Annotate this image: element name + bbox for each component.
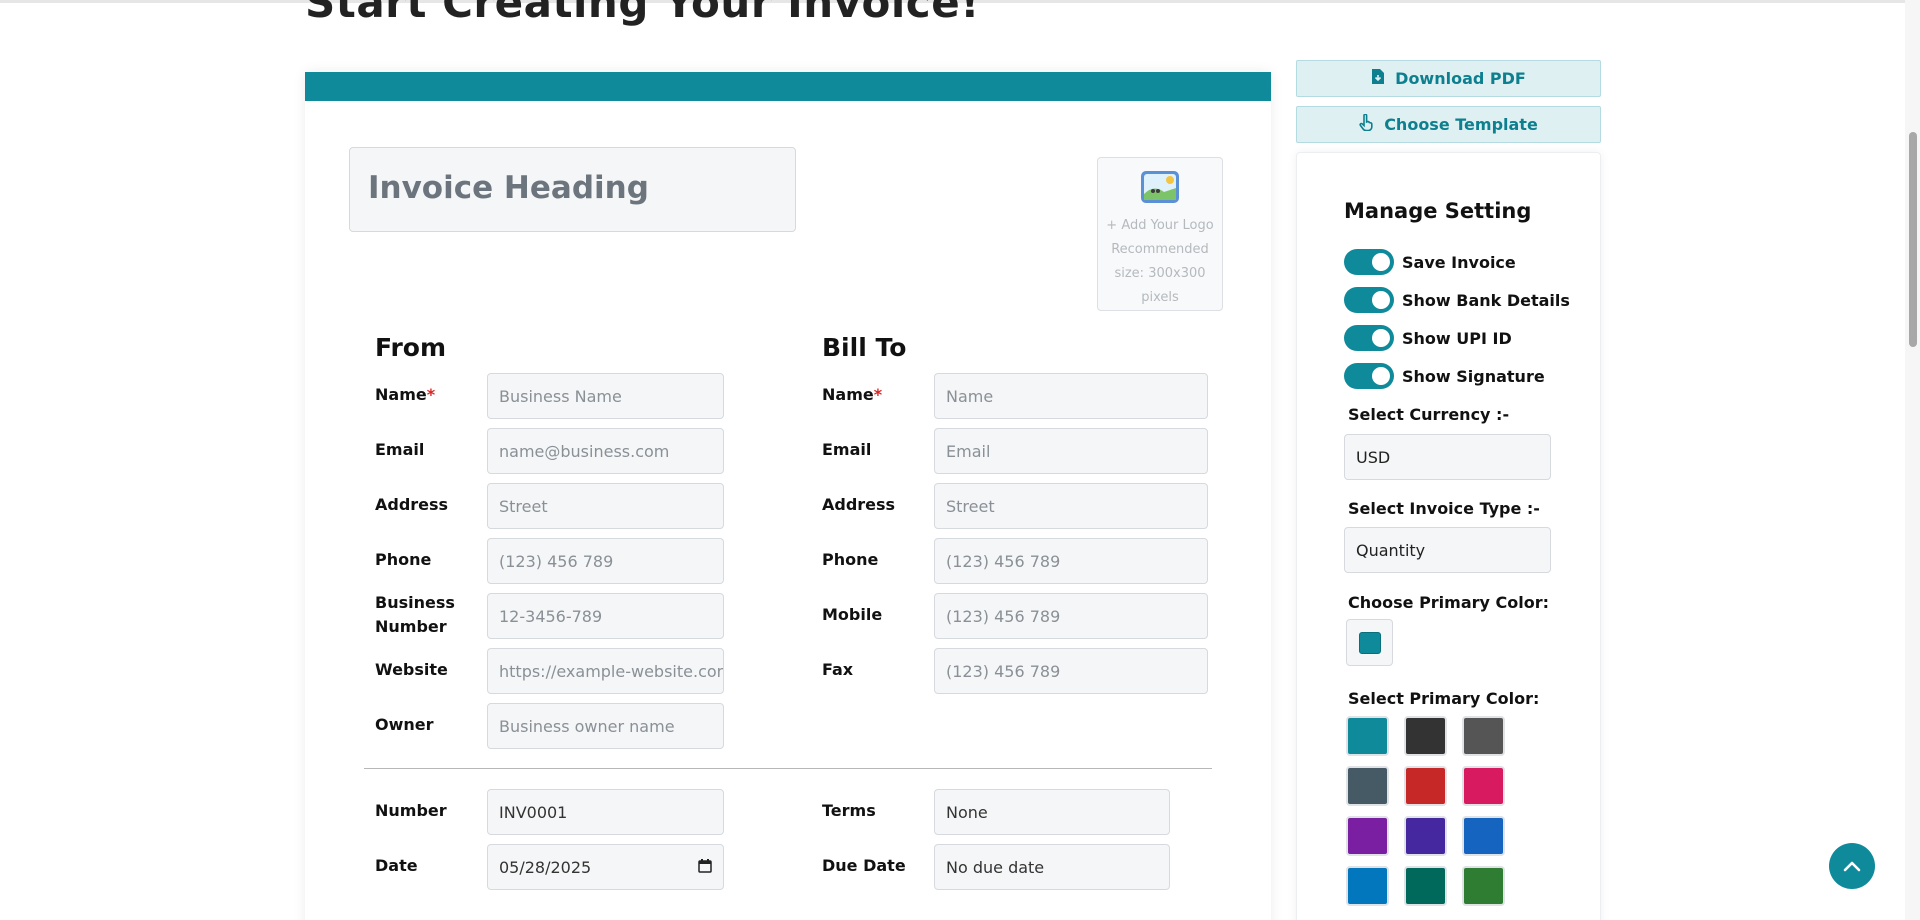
terms-label: Terms [822, 801, 876, 820]
download-pdf-label: Download PDF [1395, 69, 1526, 88]
invoice-card: Invoice Heading + Add Your Logo Recommen… [305, 72, 1271, 920]
currency-label: Select Currency :- [1348, 405, 1510, 424]
logo-hint-2: Recommended [1111, 242, 1209, 257]
terms-select[interactable]: None [934, 789, 1170, 835]
from-email-input[interactable]: name@business.com [487, 428, 724, 474]
color-swatch[interactable] [1346, 766, 1389, 806]
from-owner-label: Owner [375, 715, 434, 734]
from-title: From [375, 333, 447, 362]
toggle-switch[interactable] [1344, 325, 1394, 351]
chevron-up-icon [1843, 857, 1861, 876]
invoice-date-input[interactable]: 05/28/2025 [487, 844, 724, 890]
section-divider [364, 768, 1212, 769]
color-swatch[interactable] [1404, 766, 1447, 806]
bill-email-label: Email [822, 440, 872, 459]
toggle-label: Show Bank Details [1402, 290, 1570, 310]
color-swatch[interactable] [1404, 866, 1447, 906]
scrollbar-thumb[interactable] [1909, 132, 1917, 347]
bill-address-label: Address [822, 495, 896, 514]
color-swatch[interactable] [1346, 866, 1389, 906]
download-pdf-button[interactable]: Download PDF [1296, 60, 1601, 97]
bill-phone-input[interactable]: (123) 456 789 [934, 538, 1208, 584]
hand-pointer-icon [1359, 113, 1374, 135]
logo-hint-3: size: 300x300 [1114, 266, 1206, 281]
number-label: Number [375, 801, 447, 820]
toggle-show-bank-details[interactable]: Show Bank Details [1344, 287, 1570, 313]
due-date-input[interactable]: No due date [934, 844, 1170, 890]
from-website-label: Website [375, 660, 448, 679]
choose-template-label: Choose Template [1384, 115, 1538, 134]
toggle-label: Show Signature [1402, 366, 1545, 386]
bill-name-label: Name* [822, 385, 883, 404]
invoice-number-input[interactable]: INV0001 [487, 789, 724, 835]
invoice-date-value: 05/28/2025 [499, 857, 592, 877]
due-date-label: Due Date [822, 856, 906, 875]
from-email-label: Email [375, 440, 425, 459]
color-swatch[interactable] [1346, 716, 1389, 756]
invoice-heading-input[interactable]: Invoice Heading [349, 147, 796, 232]
invoice-type-select[interactable]: Quantity [1344, 527, 1551, 573]
bill-name-input[interactable]: Name [934, 373, 1208, 419]
from-address-label: Address [375, 495, 449, 514]
bill-address-input[interactable]: Street [934, 483, 1208, 529]
from-name-input[interactable]: Business Name [487, 373, 724, 419]
from-business-number-label: Business Number [375, 593, 455, 636]
image-icon [1140, 171, 1180, 208]
toggle-show-signature[interactable]: Show Signature [1344, 363, 1545, 389]
bill-phone-label: Phone [822, 550, 879, 569]
toggle-label: Show UPI ID [1402, 328, 1512, 348]
add-logo-button[interactable]: + Add Your Logo Recommended size: 300x30… [1097, 157, 1223, 311]
from-address-input[interactable]: Street [487, 483, 724, 529]
logo-hint-4: pixels [1141, 290, 1179, 305]
primary-color-preview [1358, 631, 1381, 654]
date-label: Date [375, 856, 418, 875]
toggle-label: Save Invoice [1402, 252, 1516, 272]
primary-color-picker[interactable] [1346, 619, 1393, 666]
bill-email-input[interactable]: Email [934, 428, 1208, 474]
invoice-page: Start Creating Your Invoice! Invoice Hea… [0, 0, 1920, 920]
calendar-icon[interactable] [698, 858, 712, 877]
currency-select[interactable]: USD [1344, 434, 1551, 480]
toggle-switch[interactable] [1344, 287, 1394, 313]
bill-fax-label: Fax [822, 660, 854, 679]
color-swatch[interactable] [1404, 816, 1447, 856]
from-business-number-input[interactable]: 12-3456-789 [487, 593, 724, 639]
toggle-save-invoice[interactable]: Save Invoice [1344, 249, 1516, 275]
bill-mobile-input[interactable]: (123) 456 789 [934, 593, 1208, 639]
from-website-input[interactable]: https://example-website.com [487, 648, 724, 694]
choose-color-label: Choose Primary Color: [1348, 593, 1550, 612]
toggle-show-upi-id[interactable]: Show UPI ID [1344, 325, 1512, 351]
from-phone-input[interactable]: (123) 456 789 [487, 538, 724, 584]
color-swatch[interactable] [1462, 766, 1505, 806]
bill-to-title: Bill To [822, 333, 907, 362]
settings-panel: Manage Setting Save Invoice Show Bank De… [1296, 152, 1601, 920]
toggle-switch[interactable] [1344, 249, 1394, 275]
from-phone-label: Phone [375, 550, 432, 569]
color-swatch[interactable] [1462, 716, 1505, 756]
color-swatch[interactable] [1404, 716, 1447, 756]
select-color-label: Select Primary Color: [1348, 689, 1540, 708]
scroll-to-top-button[interactable] [1829, 843, 1875, 889]
color-swatch[interactable] [1462, 816, 1505, 856]
settings-title: Manage Setting [1344, 199, 1532, 223]
choose-template-button[interactable]: Choose Template [1296, 106, 1601, 143]
color-swatch[interactable] [1346, 816, 1389, 856]
bill-mobile-label: Mobile [822, 605, 883, 624]
toggle-switch[interactable] [1344, 363, 1394, 389]
file-download-icon [1371, 68, 1385, 89]
bill-fax-input[interactable]: (123) 456 789 [934, 648, 1208, 694]
logo-hint-1: + Add Your Logo [1106, 218, 1214, 233]
invoice-type-label: Select Invoice Type :- [1348, 499, 1540, 518]
invoice-color-bar [305, 72, 1271, 101]
color-swatch[interactable] [1462, 866, 1505, 906]
from-name-label: Name* [375, 385, 436, 404]
page-heading: Start Creating Your Invoice! [305, 0, 980, 27]
from-owner-input[interactable]: Business owner name [487, 703, 724, 749]
